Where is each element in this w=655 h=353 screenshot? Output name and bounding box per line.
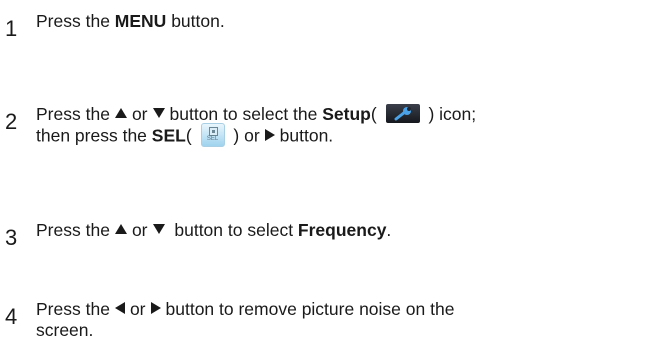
text: button. [166,11,225,31]
up-triangle-icon [114,224,127,235]
text: Press the [36,104,110,124]
step-text: Press the MENU button. [36,11,648,32]
right-triangle-icon [150,302,161,315]
setup-label: Setup [322,104,371,124]
left-triangle-icon [114,302,125,315]
text: screen. [36,320,94,340]
text: button to select [169,220,298,240]
text: or [131,104,148,124]
frequency-label: Frequency [297,220,387,240]
text: Press the [36,220,110,240]
menu-button-label: MENU [114,11,167,31]
sel-label: SEL [151,125,186,146]
step-text: Press the or button to select the Setup( )… [36,103,648,149]
text: ) icon; [423,104,477,124]
text: or [131,220,148,240]
sel-icon-label: SEL [206,136,219,142]
text: button. [279,125,334,146]
text: or [129,299,146,319]
step-text: Press the or button to remove picture nois… [36,299,648,341]
right-triangle-icon [264,129,275,141]
text: ( [370,104,382,124]
step-number: 2 [5,109,18,134]
step-text: Press the or button to select Frequency. [36,220,648,241]
step-number: 4 [5,304,18,329]
step-number: 3 [5,225,18,250]
down-triangle-icon [152,108,165,119]
text: button to remove picture noise on the [165,299,455,319]
sel-square-icon [208,127,218,136]
text: . [386,220,392,240]
text: button to select the [169,104,323,124]
up-triangle-icon [114,108,127,119]
text: then press the [36,125,152,146]
down-triangle-icon [152,224,165,235]
wrench-icon [385,103,420,123]
text: Press the [36,11,115,31]
text: Press the [36,299,110,319]
sel-button-icon: SEL [200,123,225,147]
text: ( [185,125,197,146]
step-number: 1 [5,16,18,41]
text: ) or [228,125,260,146]
